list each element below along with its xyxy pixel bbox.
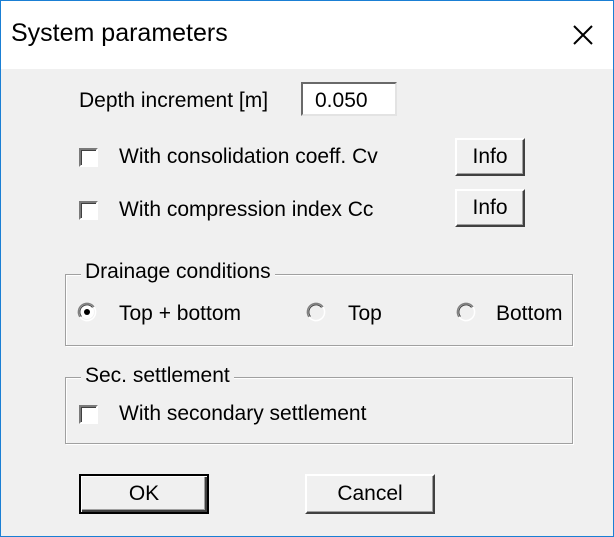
secondary-settlement-label: With secondary settlement xyxy=(119,402,367,425)
radio-unselected-icon xyxy=(456,302,476,322)
depth-increment-label: Depth increment [m] xyxy=(79,89,269,112)
secondary-settlement-title: Sec. settlement xyxy=(81,364,234,388)
radio-top-label: Top xyxy=(348,302,382,325)
ok-button[interactable]: OK xyxy=(79,474,209,514)
info-button-cv[interactable]: Info xyxy=(455,138,525,176)
secondary-settlement-checkbox[interactable] xyxy=(79,405,98,424)
title-bar[interactable]: System parameters xyxy=(1,1,613,69)
radio-unselected-icon xyxy=(306,302,326,322)
depth-increment-input[interactable] xyxy=(301,82,397,116)
consolidation-coeff-label: With consolidation coeff. Cv xyxy=(119,145,378,168)
cancel-button[interactable]: Cancel xyxy=(305,474,435,514)
radio-bottom-label: Bottom xyxy=(496,302,563,325)
info-button-cc[interactable]: Info xyxy=(455,189,525,227)
system-parameters-dialog: System parameters Depth increment [m] Wi… xyxy=(0,0,614,537)
dialog-title: System parameters xyxy=(11,19,228,47)
compression-index-checkbox[interactable] xyxy=(79,201,98,220)
radio-top-bottom[interactable] xyxy=(77,302,97,322)
radio-selected-icon xyxy=(77,302,97,322)
radio-bottom[interactable] xyxy=(456,302,476,322)
close-icon xyxy=(573,25,593,45)
close-button[interactable] xyxy=(563,15,603,55)
drainage-conditions-title: Drainage conditions xyxy=(81,260,275,284)
consolidation-coeff-checkbox[interactable] xyxy=(79,148,98,167)
compression-index-label: With compression index Cc xyxy=(119,198,374,221)
dialog-body: Depth increment [m] With consolidation c… xyxy=(1,69,613,536)
radio-top[interactable] xyxy=(306,302,326,322)
radio-top-bottom-label: Top + bottom xyxy=(119,302,241,325)
